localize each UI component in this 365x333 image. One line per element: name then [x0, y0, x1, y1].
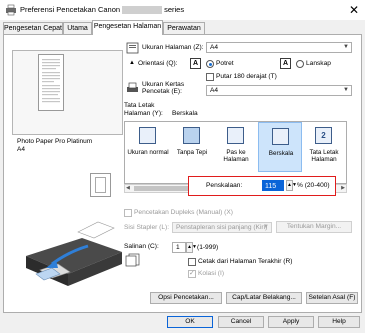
copies-icon: [125, 253, 140, 267]
copies-range: (1-999): [197, 244, 219, 251]
print-last-page-label: Cetak dari Halaman Terakhir (R): [198, 258, 293, 265]
print-last-page-checkbox[interactable]: [188, 258, 196, 266]
page-layout-list: Ukuran normal Tanpa Tepi Pas ke Halaman …: [124, 121, 347, 184]
duplex-label: Pencetakan Dupleks (Manual) (X): [134, 209, 233, 216]
orientation-label: Orientasi (Q):: [138, 60, 178, 67]
layout-item-label: Ukuran normal: [127, 149, 169, 156]
model-name-mask: [122, 6, 163, 15]
media-type-text: Photo Paper Pro Platinum A4: [17, 138, 92, 154]
portrait-radio[interactable]: [206, 60, 214, 68]
portrait-icon: A: [190, 58, 201, 69]
scroll-left-icon[interactable]: ◀: [126, 185, 130, 191]
layout-item-normal[interactable]: Ukuran normal: [126, 122, 170, 172]
rotate-180-checkbox[interactable]: [206, 73, 214, 81]
printer-paper-size-select[interactable]: A4 ▼: [206, 85, 352, 96]
scaling-label: Penskalaan:: [206, 182, 243, 189]
landscape-label: Lanskap: [306, 60, 331, 67]
ok-button[interactable]: OK: [167, 316, 213, 328]
paper-orientation-icon: [90, 173, 111, 197]
scaling-range: % (20-400): [297, 182, 330, 189]
help-button[interactable]: Help: [318, 316, 360, 328]
borderless-icon: [183, 127, 200, 144]
page-size-value: A4: [210, 44, 219, 51]
preview-page: [38, 54, 64, 111]
collate-label: Kolasi (I): [198, 270, 225, 277]
specify-margin-button[interactable]: Tentukan Margin...: [276, 221, 352, 233]
copies-input[interactable]: 1: [172, 242, 186, 253]
copies-spinner[interactable]: ▲▼: [186, 242, 197, 253]
scaled-icon: [272, 128, 289, 145]
tab-main[interactable]: Utama: [63, 22, 92, 34]
landscape-icon: A: [280, 58, 291, 69]
printer-paper-icon: [127, 82, 138, 92]
defaults-button[interactable]: Setelan Asal (F): [306, 292, 358, 304]
scaling-input[interactable]: 115: [262, 180, 284, 191]
scaling-spinner[interactable]: ▲▼: [286, 180, 297, 191]
tab-page-setup[interactable]: Pengesetan Halaman: [92, 20, 163, 35]
layout-item-fit-to-page[interactable]: Pas ke Halaman: [214, 122, 258, 172]
page-layout-current: Berskala: [172, 110, 198, 117]
print-preview: [12, 50, 123, 135]
layout-item-borderless[interactable]: Tanpa Tepi: [170, 122, 214, 172]
scroll-right-icon[interactable]: ▶: [341, 185, 345, 191]
apply-button[interactable]: Apply: [268, 316, 314, 328]
close-button[interactable]: ✕: [345, 2, 363, 18]
page-layout-label-1: Tata Letak: [124, 102, 155, 109]
chevron-down-icon: ▼: [263, 224, 269, 230]
page-layout-label-2: Halaman (Y):: [124, 110, 163, 117]
printer-paper-size-value: A4: [210, 87, 219, 94]
stapling-side-select[interactable]: Penstapleran sisi panjang (Kiri) ▼: [172, 222, 272, 233]
printer-paper-size-label-2: Pencetak (E):: [142, 88, 182, 95]
copies-label: Salinan (C):: [124, 243, 159, 250]
fit-to-page-icon: [227, 127, 244, 144]
collate-checkbox[interactable]: [188, 269, 196, 278]
layout-item-label: Berskala: [268, 150, 294, 157]
layout-item-label: Tata Letak Halaman: [309, 149, 339, 163]
printer-paper-size-label: Ukuran Kertas Pencetak (E):: [142, 81, 184, 95]
tab-maintenance[interactable]: Perawatan: [163, 22, 205, 34]
printer-illustration: [26, 221, 122, 286]
print-options-button[interactable]: Opsi Pencetakan...: [150, 292, 222, 304]
printer-paper-size-label-1: Ukuran Kertas: [142, 81, 185, 88]
page-layout-label: Tata Letak Halaman (Y):: [124, 102, 163, 118]
window-title: Preferensi Pencetakan Canon series: [20, 5, 185, 15]
duplex-checkbox[interactable]: [124, 209, 132, 217]
portrait-label: Potret: [216, 60, 234, 67]
cancel-button[interactable]: Cancel: [218, 316, 264, 328]
chevron-down-icon: ▼: [343, 87, 349, 93]
chevron-down-icon: ▼: [343, 44, 349, 50]
stamp-background-button[interactable]: Cap/Latar Belakang...: [226, 292, 302, 304]
page-size-label: Ukuran Halaman (Z):: [142, 44, 204, 51]
layout-item-label: Tanpa Tepi: [176, 149, 208, 156]
stapling-side-value: Penstapleran sisi panjang (Kiri): [176, 224, 268, 231]
window-title-suffix: series: [164, 5, 185, 14]
rotate-180-label: Putar 180 derajat (T): [216, 73, 277, 80]
normal-size-icon: [139, 127, 156, 144]
layout-item-label: Pas ke Halaman: [223, 149, 249, 163]
layout-item-scaled[interactable]: Berskala: [258, 122, 302, 172]
printer-icon: [6, 4, 16, 16]
landscape-radio[interactable]: [296, 60, 304, 68]
tab-quick-setup[interactable]: Pengesetan Cepat: [3, 22, 63, 34]
stapling-side-label: Sisi Stapler (L):: [124, 224, 170, 231]
media-type-line2: A4: [17, 146, 25, 153]
orientation-bullet-icon: ▲: [129, 60, 135, 66]
page-layout-icon: 2: [315, 127, 332, 144]
window-title-prefix: Preferensi Pencetakan Canon: [20, 5, 121, 14]
page-size-icon: [126, 42, 139, 54]
layout-item-page-layout[interactable]: 2 Tata Letak Halaman: [302, 122, 346, 172]
page-size-select[interactable]: A4 ▼: [206, 42, 352, 53]
media-type-line1: Photo Paper Pro Platinum: [17, 138, 93, 145]
